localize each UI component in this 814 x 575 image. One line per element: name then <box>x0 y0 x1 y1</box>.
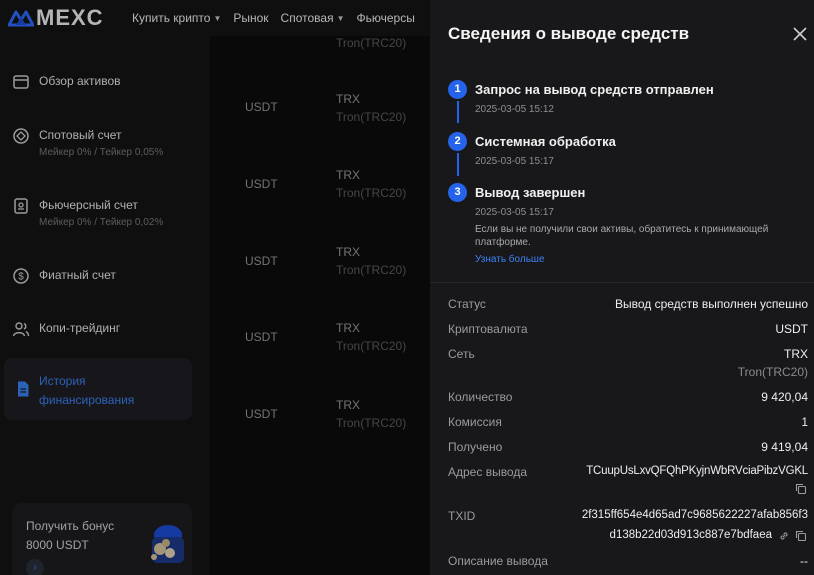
step-title: Вывод завершен <box>475 185 586 200</box>
network-label: Сеть <box>448 347 475 361</box>
withdrawal-details-drawer: Сведения о выводе средств 1 Запрос на вы… <box>430 0 814 575</box>
received-value: 9 419,04 <box>761 440 808 454</box>
step-number: 2 <box>448 132 467 151</box>
copy-icon[interactable] <box>795 530 807 542</box>
link-icon[interactable] <box>778 530 790 542</box>
step-time: 2025-03-05 15:17 <box>475 207 554 218</box>
crypto-label: Криптовалюта <box>448 322 528 336</box>
address-value: TCuupUsLxvQFQhPKyjnWbRVciaPibzVGKL <box>586 465 808 477</box>
close-icon[interactable] <box>792 26 808 42</box>
amount-value: 9 420,04 <box>761 390 808 404</box>
network-sub-value: Tron(TRC20) <box>737 365 808 379</box>
network-value: TRX <box>784 347 808 361</box>
step-time: 2025-03-05 15:17 <box>475 156 554 167</box>
crypto-value: USDT <box>775 322 808 336</box>
txid-label: TXID <box>448 509 476 523</box>
address-label: Адрес вывода <box>448 465 528 479</box>
description-label: Описание вывода <box>448 554 548 568</box>
drawer-header: Сведения о выводе средств <box>430 0 814 70</box>
drawer-title: Сведения о выводе средств <box>448 24 690 43</box>
step-title: Запрос на вывод средств отправлен <box>475 82 714 97</box>
status-value: Вывод средств выполнен успешно <box>614 297 808 311</box>
step-number: 1 <box>448 80 467 99</box>
status-timeline: 1 Запрос на вывод средств отправлен 2025… <box>430 70 814 282</box>
amount-label: Количество <box>448 390 513 404</box>
timeline-connector <box>457 101 459 123</box>
fee-value: 1 <box>801 415 808 429</box>
received-label: Получено <box>448 440 503 454</box>
txid-value-line1: 2f315ff654e4d65ad7c9685622227afab856f3 <box>581 509 808 521</box>
details-list: Статус Вывод средств выполнен успешно Кр… <box>430 282 814 575</box>
step-number: 3 <box>448 183 467 202</box>
step-time: 2025-03-05 15:12 <box>475 104 554 115</box>
fee-label: Комиссия <box>448 415 502 429</box>
modal-backdrop[interactable] <box>0 0 430 575</box>
timeline-connector <box>457 153 459 176</box>
copy-icon[interactable] <box>795 483 807 495</box>
help-note: Если вы не получили свои активы, обратит… <box>475 224 769 248</box>
description-value: -- <box>800 554 808 568</box>
txid-value-line2: d138b22d03d913c887e7bdfaea <box>609 529 772 541</box>
step-title: Системная обработка <box>475 134 616 149</box>
learn-more-link[interactable]: Узнать больше <box>475 254 545 265</box>
status-label: Статус <box>448 297 486 311</box>
